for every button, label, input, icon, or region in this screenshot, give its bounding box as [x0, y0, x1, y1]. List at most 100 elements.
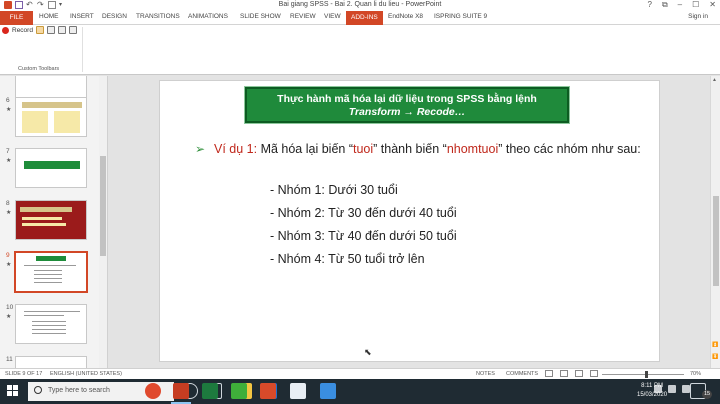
current-slide[interactable]: Thực hành mã hóa lại dữ liệu trong SPSS …: [159, 80, 660, 362]
tab-review[interactable]: REVIEW: [290, 13, 316, 20]
comments-button[interactable]: COMMENTS: [506, 371, 538, 377]
chrome-icon[interactable]: [145, 383, 161, 399]
bullet-text: Ví dụ 1: Mã hóa lại biến “tuoi” thành bi…: [196, 139, 646, 160]
thumb-line: [24, 265, 76, 266]
mouse-cursor-icon: ⬉: [364, 347, 372, 357]
window-title: Bai giang SPSS - Bai 2. Quan li du lieu …: [278, 1, 442, 8]
language-indicator[interactable]: ENGLISH (UNITED STATES): [50, 371, 122, 377]
tab-file[interactable]: FILE: [0, 11, 33, 25]
thumbnail-number: 11: [6, 356, 13, 363]
maximize-button[interactable]: ☐: [692, 0, 699, 10]
record-icon[interactable]: [2, 26, 9, 34]
slideshow-view-icon[interactable]: [590, 370, 598, 377]
mail-icon[interactable]: [320, 383, 336, 399]
volume-icon[interactable]: [682, 385, 690, 393]
group-item-3: - Nhóm 3: Từ 40 đến dưới 50 tuổi: [270, 229, 457, 243]
close-button[interactable]: ✕: [709, 0, 716, 10]
help-button[interactable]: ?: [648, 0, 652, 10]
thumbnail-number: 8: [6, 200, 10, 207]
windows-start-icon[interactable]: [7, 385, 19, 397]
ribbon-group-label: Custom Toolbars: [18, 66, 60, 72]
thumb-title-bar: [22, 102, 82, 108]
microphone-icon[interactable]: [35, 26, 44, 34]
animation-star-icon: ★: [6, 158, 12, 164]
tab-animations[interactable]: ANIMATIONS: [188, 13, 228, 20]
tab-slide-show[interactable]: SLIDE SHOW: [240, 13, 281, 20]
slide-thumbnail-7[interactable]: [15, 148, 87, 188]
screen-icon[interactable]: [57, 26, 66, 34]
slide-title-line1: Thực hành mã hóa lại dữ liệu trong SPSS …: [277, 93, 537, 105]
thumb-title-bar: [36, 256, 66, 261]
zoom-slider[interactable]: [602, 374, 684, 375]
recorder-icon[interactable]: [260, 383, 276, 399]
clock-date: 15/03/2020: [637, 392, 668, 398]
thumb-line: [34, 270, 62, 271]
thumb-line: [32, 325, 66, 326]
camtasia-icon[interactable]: [231, 383, 247, 399]
slide-scroll-thumb[interactable]: [713, 196, 719, 286]
reading-view-icon[interactable]: [575, 370, 583, 377]
status-bar: SLIDE 9 OF 17 ENGLISH (UNITED STATES) NO…: [0, 368, 720, 379]
zoom-level[interactable]: 70%: [690, 371, 701, 377]
ribbon-tab-row: FILE HOME INSERT DESIGN TRANSITIONS ANIM…: [0, 11, 720, 25]
thumb-title-bar: [20, 207, 72, 212]
slide-title-line2: Transform → Recode…: [348, 106, 466, 118]
tab-ispring[interactable]: ISPRING SUITE 9: [434, 13, 487, 20]
notification-badge: 15: [702, 390, 712, 399]
slide-title-box[interactable]: Thực hành mã hóa lại dữ liệu trong SPSS …: [244, 86, 570, 124]
thumb-line: [22, 217, 62, 220]
record-button[interactable]: Record: [12, 27, 33, 34]
thumbnail-number: 6: [6, 97, 10, 104]
bullet-text-part: ” theo các nhóm như sau:: [498, 142, 641, 156]
slide-thumbnail-10[interactable]: [15, 304, 87, 344]
slide-bullet[interactable]: ➢ Ví dụ 1: Mã hóa lại biến “tuoi” thành …: [195, 139, 646, 160]
notes-button[interactable]: NOTES: [476, 371, 495, 377]
tab-insert[interactable]: INSERT: [70, 13, 94, 20]
thumbnail-number: 9: [6, 252, 10, 259]
zoom-slider-handle[interactable]: [645, 371, 648, 378]
animation-star-icon: ★: [6, 107, 12, 113]
tab-home[interactable]: HOME: [39, 13, 59, 20]
thumb-line: [32, 333, 66, 334]
slide-editing-area: Thực hành mã hóa lại dữ liệu trong SPSS …: [108, 76, 710, 368]
search-icon: [34, 386, 42, 394]
slide-scrollbar[interactable]: ▲ ⏫ ⏬: [710, 76, 720, 368]
store-icon[interactable]: [290, 383, 306, 399]
minimize-button[interactable]: –: [678, 0, 682, 10]
excel-icon[interactable]: [202, 383, 218, 399]
thumb-line: [34, 282, 62, 283]
scroll-up-icon[interactable]: ▲: [712, 77, 717, 83]
clock[interactable]: 8:11 PM 15/03/2020: [637, 382, 667, 400]
camera-icon[interactable]: [46, 26, 55, 34]
animation-star-icon: ★: [6, 314, 12, 320]
tab-design[interactable]: DESIGN: [102, 13, 127, 20]
thumbnail-number: 7: [6, 148, 10, 155]
slide-thumbnail-11[interactable]: [15, 356, 87, 368]
ribbon-display-button[interactable]: ⧉: [662, 0, 668, 10]
tab-transitions[interactable]: TRANSITIONS: [136, 13, 180, 20]
tab-view[interactable]: VIEW: [324, 13, 341, 20]
tab-add-ins[interactable]: ADD-INS: [346, 11, 383, 25]
bullet-arrow-icon: ➢: [195, 142, 206, 156]
normal-view-icon[interactable]: [545, 370, 553, 377]
thumb-line: [34, 274, 62, 275]
slide-sorter-icon[interactable]: [560, 370, 568, 377]
tab-endnote[interactable]: EndNote X8: [388, 13, 423, 20]
ribbon-separator: [82, 27, 83, 72]
network-icon[interactable]: [668, 385, 676, 393]
thumbnail-scrollbar[interactable]: [99, 76, 107, 368]
thumb-line: [34, 278, 62, 279]
slide-counter: SLIDE 9 OF 17: [5, 371, 43, 377]
variable-name-nhomtuoi: nhomtuoi: [446, 142, 499, 156]
powerpoint-taskbar-icon[interactable]: [173, 383, 189, 399]
slide-thumbnail-9[interactable]: [14, 251, 88, 293]
sign-in-link[interactable]: Sign in: [688, 13, 708, 20]
bullet-text-part: ” thành biến “: [373, 142, 447, 156]
slide-thumbnail-8[interactable]: [15, 200, 87, 240]
slide-thumbnail-6[interactable]: [15, 97, 87, 137]
animation-star-icon: ★: [6, 210, 12, 216]
settings-icon[interactable]: [68, 26, 77, 34]
next-slide-icon[interactable]: ⏬: [712, 354, 718, 360]
thumbnail-scroll-thumb[interactable]: [100, 156, 106, 256]
previous-slide-icon[interactable]: ⏫: [712, 342, 718, 348]
